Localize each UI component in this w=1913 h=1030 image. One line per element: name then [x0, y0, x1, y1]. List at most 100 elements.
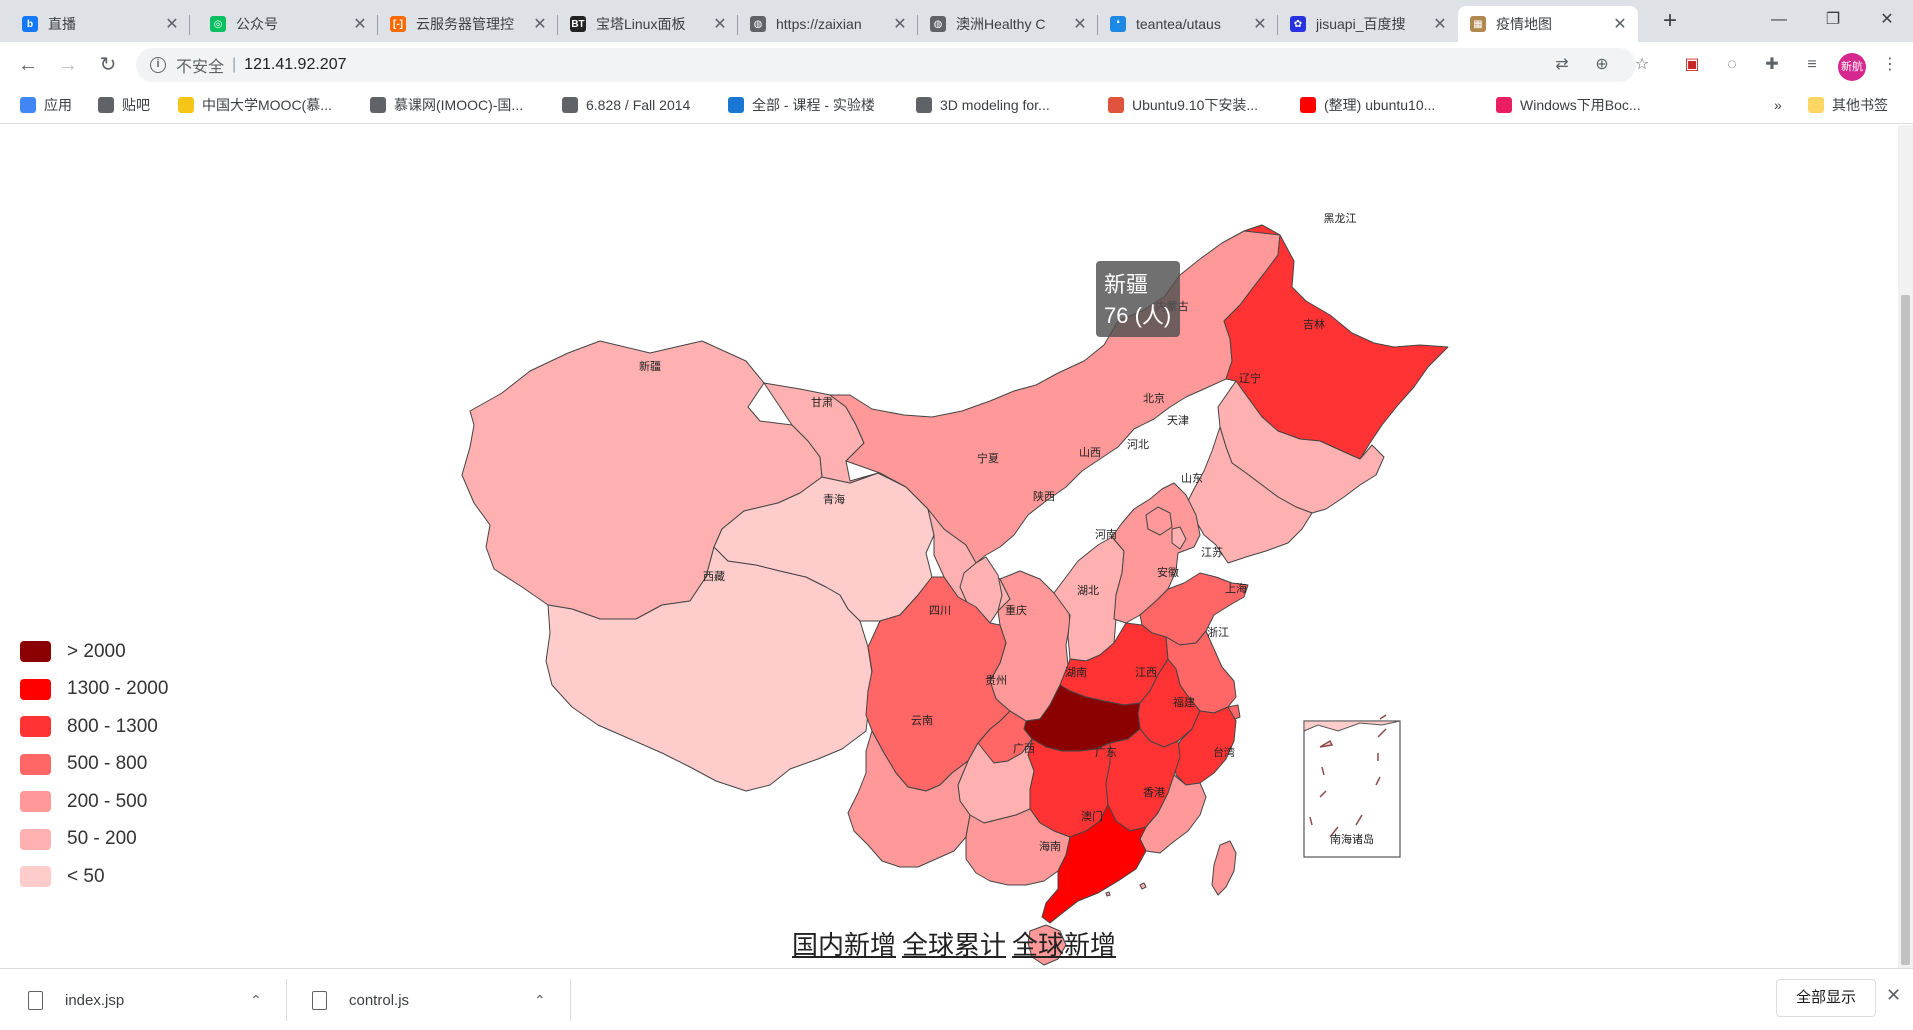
bookmark-label: 全部 - 课程 - 实验楼: [752, 97, 875, 113]
legend-item[interactable]: 500 - 800: [20, 746, 168, 784]
bookmark-item[interactable]: (整理) ubuntu10...: [1300, 88, 1435, 122]
bookmark-item[interactable]: Ubuntu9.10下安装...: [1108, 88, 1258, 122]
bookmark-item[interactable]: 慕课网(IMOOC)-国...: [370, 88, 523, 122]
menu-icon[interactable]: ⋮: [1876, 51, 1904, 79]
province-label: 江苏: [1201, 546, 1223, 559]
globe-icon: ◍: [930, 16, 946, 32]
pocket-icon[interactable]: ▣: [1678, 51, 1706, 79]
legend-item[interactable]: 1300 - 2000: [20, 671, 168, 709]
zoom-icon[interactable]: ⊕: [1588, 51, 1616, 79]
bookmark-item[interactable]: 6.828 / Fall 2014: [562, 88, 690, 122]
tab-title: 宝塔Linux面板: [596, 16, 686, 32]
province-label: 香港: [1143, 786, 1165, 799]
bilibili-icon: b: [22, 16, 38, 32]
tab-6[interactable]: ❛ teantea/utaus ✕: [1098, 6, 1278, 42]
province-label: 山东: [1181, 472, 1203, 485]
tab-close-icon[interactable]: ✕: [530, 14, 550, 34]
bookmark-item[interactable]: 应用: [20, 88, 72, 122]
scrollbar-thumb[interactable]: [1901, 295, 1910, 965]
tab-7[interactable]: ✿ jisuapi_百度搜 ✕: [1278, 6, 1458, 42]
extension-circle-icon[interactable]: ◌: [1718, 51, 1746, 79]
info-icon[interactable]: i: [150, 57, 166, 73]
legend-item[interactable]: < 50: [20, 858, 168, 896]
tab-close-icon[interactable]: ✕: [1610, 14, 1630, 34]
bookmark-item[interactable]: 贴吧: [98, 88, 150, 122]
tab-close-icon[interactable]: ✕: [710, 14, 730, 34]
tab-8[interactable]: ▦ 疫情地图 ✕: [1458, 6, 1638, 42]
map-link[interactable]: 国内新增: [792, 930, 896, 960]
legend-item[interactable]: 50 - 200: [20, 821, 168, 859]
baidu-icon: ✿: [1290, 16, 1306, 32]
bookmarks-more[interactable]: »: [1774, 88, 1782, 122]
bookmark-item[interactable]: 中国大学MOOC(慕...: [178, 88, 332, 122]
bookmark-item[interactable]: Windows下用Boc...: [1496, 88, 1641, 122]
province-label: 河南: [1095, 528, 1117, 541]
globe-icon: ◍: [750, 16, 766, 32]
province-32[interactable]: [1139, 882, 1147, 890]
tab-close-icon[interactable]: ✕: [1430, 14, 1450, 34]
wechat-icon: ◎: [210, 16, 226, 32]
pinwheel-icon: [1496, 97, 1512, 113]
globe-icon: [916, 97, 932, 113]
translate-icon[interactable]: ⇄: [1548, 51, 1576, 79]
apps-icon: [20, 97, 36, 113]
profile-avatar[interactable]: 新航: [1838, 53, 1866, 81]
legend-item[interactable]: 200 - 500: [20, 783, 168, 821]
download-item[interactable]: control.js ⌃: [284, 979, 546, 1021]
bookmark-item[interactable]: 3D modeling for...: [916, 88, 1050, 122]
tab-3[interactable]: BT 宝塔Linux面板 ✕: [558, 6, 738, 42]
tab-close-icon[interactable]: ✕: [162, 14, 182, 34]
restore-icon[interactable]: ❐: [1810, 6, 1856, 34]
map-link[interactable]: 全球新增: [1012, 930, 1116, 960]
show-all-downloads-button[interactable]: 全部显示: [1776, 979, 1876, 1017]
close-window-icon[interactable]: ✕: [1864, 6, 1910, 34]
address-bar[interactable]: i 不安全 | 121.41.92.207: [136, 48, 1636, 82]
tab-close-icon[interactable]: ✕: [350, 14, 370, 34]
tab-0[interactable]: b 直播 ✕: [10, 6, 190, 42]
page-content: 新疆西藏青海甘肃内蒙古黑龙江吉林辽宁宁夏陕西山西河北北京天津山东河南江苏安徽上海…: [0, 125, 1898, 968]
page-scrollbar[interactable]: [1898, 125, 1913, 968]
legend-item[interactable]: > 2000: [20, 633, 168, 671]
legend-label: 1300 - 2000: [67, 678, 169, 700]
province-label: 重庆: [1005, 603, 1027, 617]
tab-close-icon[interactable]: ✕: [890, 14, 910, 34]
reading-list-icon[interactable]: ≡: [1798, 51, 1826, 79]
tab-4[interactable]: ◍ https://zaixian ✕: [738, 6, 918, 42]
tab-strip: b 直播 ✕ ◎ 公众号 ✕ [-] 云服务器管理控 ✕ BT 宝塔Linux面板 ✕ ◍ https:/…: [0, 0, 1913, 42]
extensions-puzzle-icon[interactable]: ✚: [1758, 51, 1786, 79]
chevron-up-icon[interactable]: ⌃: [250, 992, 262, 1009]
tab-1[interactable]: ◎ 公众号 ✕: [198, 6, 378, 42]
reload-icon[interactable]: ↻: [94, 51, 122, 79]
aliyun-icon: [-]: [390, 16, 406, 32]
province-31[interactable]: [1211, 840, 1237, 896]
map-links: 国内新增 全球累计 全球新增: [792, 925, 1122, 962]
province-33[interactable]: [1105, 891, 1111, 897]
other-bookmarks[interactable]: 其他书签: [1808, 88, 1888, 122]
legend-item[interactable]: 800 - 1300: [20, 708, 168, 746]
bookmark-star-icon[interactable]: ☆: [1628, 51, 1656, 79]
drop-icon: ❛: [1110, 16, 1126, 32]
bookmark-item[interactable]: 全部 - 课程 - 实验楼: [728, 88, 875, 122]
map-legend: > 2000 1300 - 2000 800 - 1300 500 - 800 200 …: [20, 633, 168, 896]
minimize-icon[interactable]: —: [1756, 6, 1802, 34]
download-item[interactable]: index.jsp ⌃: [0, 979, 262, 1021]
tab-title: 直播: [48, 16, 76, 32]
mooc-icon: [178, 97, 194, 113]
chevron-up-icon[interactable]: ⌃: [534, 992, 546, 1009]
map-link[interactable]: 全球累计: [902, 930, 1006, 960]
legend-label: 800 - 1300: [67, 715, 158, 737]
new-tab-button[interactable]: +: [1656, 8, 1684, 36]
back-icon[interactable]: ←: [14, 51, 42, 79]
forward-icon[interactable]: →: [54, 51, 82, 79]
china-epidemic-map: 新疆西藏青海甘肃内蒙古黑龙江吉林辽宁宁夏陕西山西河北北京天津山东河南江苏安徽上海…: [461, 212, 1449, 966]
bookmarks-bar: 应用 贴吧 中国大学MOOC(慕... 慕课网(IMOOC)-国... 6.828 / …: [0, 88, 1913, 124]
province-label: 湖南: [1065, 666, 1087, 679]
close-shelf-icon[interactable]: ✕: [1886, 985, 1901, 1006]
legend-label: 200 - 500: [67, 790, 148, 812]
legend-swatch: [20, 641, 51, 663]
tab-close-icon[interactable]: ✕: [1070, 14, 1090, 34]
bookmark-label: 6.828 / Fall 2014: [586, 97, 691, 113]
tab-2[interactable]: [-] 云服务器管理控 ✕: [378, 6, 558, 42]
tab-close-icon[interactable]: ✕: [1250, 14, 1270, 34]
tab-5[interactable]: ◍ 澳洲Healthy C ✕: [918, 6, 1098, 42]
